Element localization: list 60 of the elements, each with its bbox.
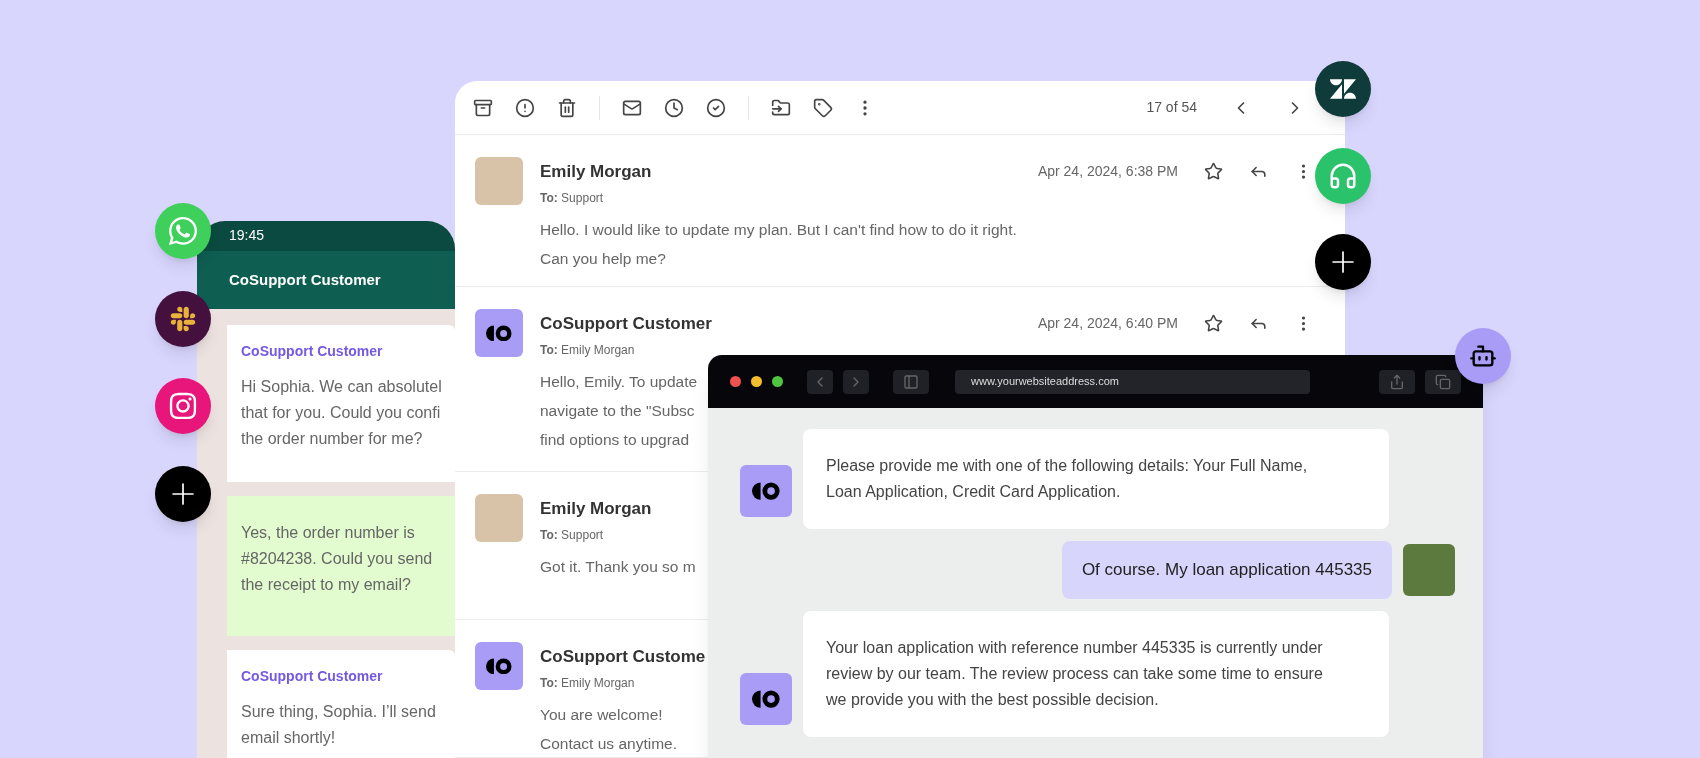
- sender-name: Emily Morgan: [540, 498, 652, 520]
- message-text: Your loan application with reference number 445335 is currently under review by our team. The review process can take some time to ensure we provide you with the best possible decision.: [826, 638, 1324, 710]
- pinwheel-icon: [169, 305, 197, 333]
- trash-icon[interactable]: [557, 97, 577, 118]
- tag-icon[interactable]: [813, 97, 833, 118]
- add-button[interactable]: [155, 466, 211, 522]
- share-button[interactable]: [1379, 369, 1415, 394]
- clock-icon[interactable]: [664, 97, 684, 118]
- camera-icon: [168, 391, 198, 421]
- photo-placeholder: [475, 157, 523, 205]
- sidebar-icon: [903, 373, 919, 390]
- photo-placeholder: [1403, 544, 1455, 596]
- sender-name: CoSupport Customer: [241, 667, 384, 686]
- z-shape-icon: [1330, 76, 1356, 102]
- url-text: www.yourwebsiteaddress.com: [971, 374, 1119, 390]
- app-badge[interactable]: [155, 291, 211, 347]
- archive-icon[interactable]: [473, 97, 493, 118]
- message-date: Apr 24, 2024, 6:40 PM: [1037, 314, 1178, 333]
- message-body: Got it. Thank you so m: [540, 556, 696, 577]
- sender-name: Emily Morgan: [540, 161, 652, 183]
- tabs-button[interactable]: [1425, 369, 1461, 394]
- headset-icon: [1328, 161, 1358, 191]
- message-body: Hello. I would like to update my plan. But I can't find how to do it right. Can you help me?: [540, 219, 1017, 269]
- message-text: Sure thing, Sophia. I’ll send email shortly!: [241, 702, 437, 748]
- alert-icon[interactable]: [515, 97, 535, 118]
- message-date: Apr 24, 2024, 6:38 PM: [1037, 162, 1178, 181]
- message-text: Please provide me with one of the following details: Your Full Name, Loan Application, Credit Card Application.: [826, 456, 1309, 502]
- logo-icon: [485, 324, 513, 342]
- add-button[interactable]: [1315, 234, 1371, 290]
- check-circle-icon[interactable]: [706, 97, 726, 118]
- recipient-text: To: Emily Morgan: [540, 341, 636, 359]
- logo-icon: [751, 481, 781, 501]
- logo-icon: [751, 689, 781, 709]
- star-icon[interactable]: [1204, 314, 1223, 333]
- app-badge[interactable]: [155, 203, 211, 259]
- chat-title: CoSupport Customer: [229, 269, 381, 290]
- page-counter: 17 of 54: [1146, 98, 1197, 117]
- star-icon[interactable]: [1204, 162, 1223, 181]
- logo-icon: [485, 657, 513, 675]
- address-bar[interactable]: www.yourwebsiteaddress.com: [955, 369, 1310, 394]
- bot-button[interactable]: [1455, 328, 1511, 384]
- photo-placeholder: [475, 494, 523, 542]
- message-text: Yes, the order number is #8204238. Could you send the receipt to my email?: [241, 523, 434, 595]
- sidebar-button[interactable]: [893, 369, 929, 394]
- recipient-text: To: Support: [540, 526, 605, 544]
- sender-name: CoSupport Customer: [241, 342, 384, 361]
- message-body: Hello, Emily. To update navigate to the "Subsc find options to upgrad: [540, 371, 698, 450]
- folder-arrow-icon[interactable]: [771, 97, 791, 118]
- message-text: Of course. My loan application 445335: [1081, 559, 1372, 581]
- phone-chat-icon: [167, 215, 199, 247]
- recipient-text: To: Emily Morgan: [540, 674, 636, 692]
- recipient-text: To: Support: [540, 189, 605, 207]
- sender-name: CoSupport Custome: [540, 646, 706, 668]
- status-time: 19:45: [229, 226, 265, 246]
- message-text: Hi Sophia. We can absolutel that for you. Could you confi the order number for me?: [241, 377, 443, 449]
- app-badge[interactable]: [1315, 61, 1371, 117]
- message-body: You are welcome! Contact us anytime.: [540, 704, 677, 754]
- share-icon: [1389, 373, 1405, 390]
- tabs-icon: [1435, 373, 1451, 390]
- sender-name: CoSupport Customer: [540, 313, 712, 335]
